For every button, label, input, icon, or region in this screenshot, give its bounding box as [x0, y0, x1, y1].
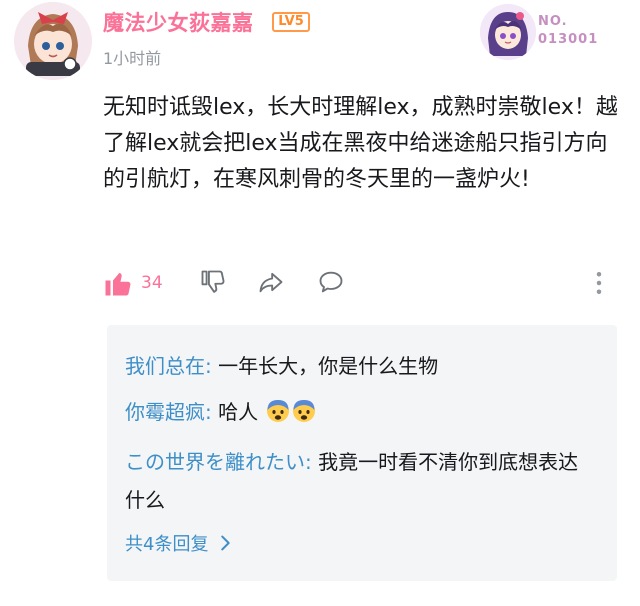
fan-badge-avatar: [480, 4, 536, 60]
vertical-dots-icon: [596, 272, 602, 294]
reply-button[interactable]: [316, 268, 346, 296]
reply-item[interactable]: 我们总在: 一年长大，你是什么生物: [125, 347, 595, 385]
more-replies-label: 共4条回复: [125, 534, 209, 555]
level-badge: LV5: [272, 12, 310, 32]
comment-bubble-icon: [319, 271, 343, 293]
fearful-face-emoji-icon: [267, 400, 290, 422]
view-more-replies-link[interactable]: 共4条回复: [125, 530, 236, 556]
reply-text: 哈人: [211, 400, 259, 424]
reply-username[interactable]: 你霉超疯:: [125, 400, 212, 424]
like-button[interactable]: 34: [103, 268, 163, 298]
replies-panel: 我们总在: 一年长大，你是什么生物 你霉超疯: 哈人 この世界を離れたい: 我竟…: [107, 325, 617, 581]
reply-text: 一年长大，你是什么生物: [211, 354, 439, 378]
reply-username[interactable]: 我们总在:: [125, 354, 212, 378]
share-arrow-icon: [259, 272, 283, 293]
fan-badge-label: NO.: [538, 14, 568, 29]
thumbs-up-icon: [105, 273, 131, 296]
reply-item[interactable]: この世界を離れたい: 我竟一时看不清你到底想表达什么: [125, 443, 595, 519]
chevron-right-icon: [221, 535, 231, 551]
share-button[interactable]: [256, 268, 286, 296]
username[interactable]: 魔法少女荻嘉嘉: [103, 7, 254, 37]
fan-badge[interactable]: NO. 013001: [470, 0, 630, 62]
more-options-button[interactable]: [591, 268, 607, 298]
thumbs-down-icon: [201, 270, 225, 293]
avatar-image: [14, 2, 92, 80]
comment-action-bar: 34: [103, 268, 623, 308]
reply-username[interactable]: この世界を離れたい:: [125, 450, 312, 474]
like-count: 34: [141, 273, 163, 293]
comment-text: 无知时诋毁lex，长大时理解lex，成熟时崇敬lex！越了解lex就会把lex当…: [103, 95, 618, 192]
dislike-button[interactable]: [199, 268, 227, 296]
fearful-face-emoji-icon: [293, 400, 316, 422]
reply-item[interactable]: 你霉超疯: 哈人: [125, 393, 595, 431]
avatar[interactable]: [14, 2, 92, 80]
timestamp: 1小时前: [103, 49, 162, 68]
fan-badge-number: 013001: [538, 32, 599, 47]
